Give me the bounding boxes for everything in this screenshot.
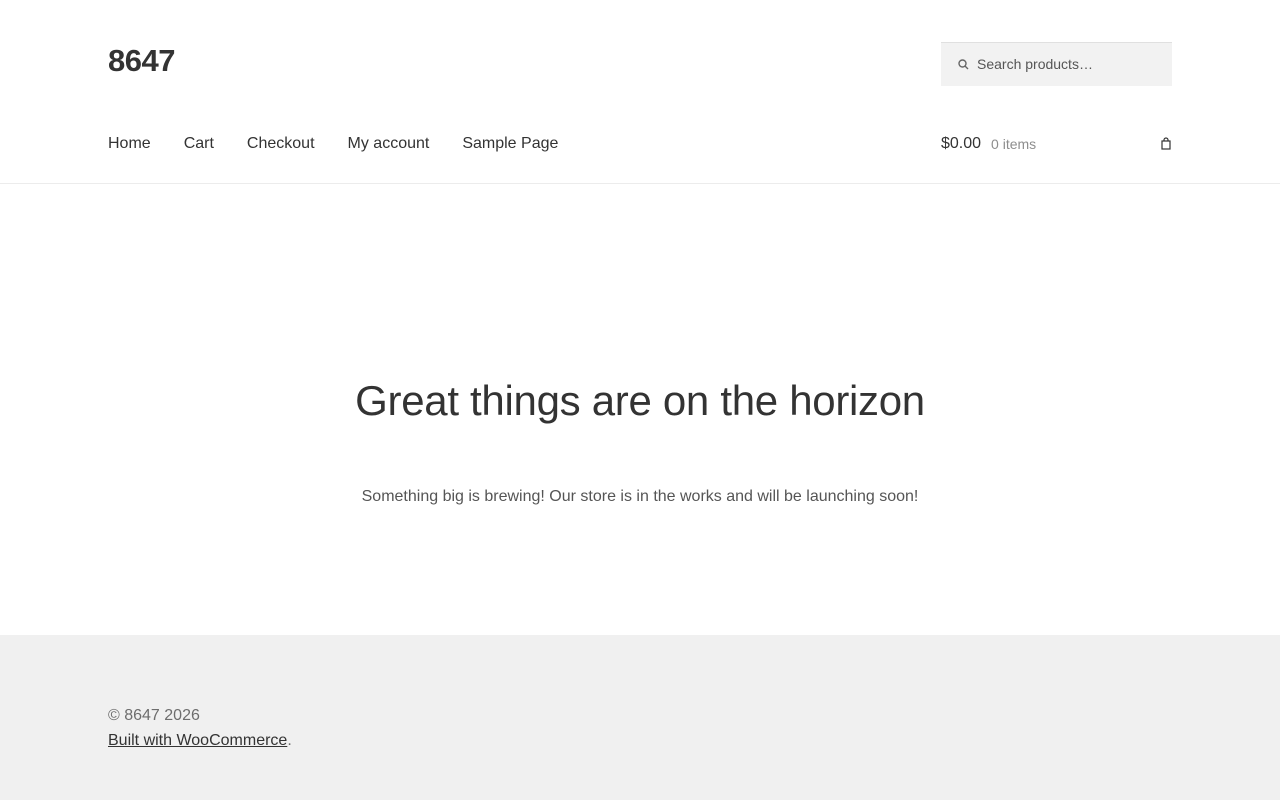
coming-soon-message: Something big is brewing! Our store is i…: [361, 488, 919, 505]
shopping-basket-icon: [1161, 137, 1171, 150]
credit-line: Built with WooCommerce.: [108, 730, 292, 752]
nav-item-checkout[interactable]: Checkout: [247, 132, 315, 156]
cart-amount: $0.00: [941, 135, 982, 152]
site-title[interactable]: 8647: [108, 42, 175, 80]
coming-soon-heading: Great things are on the horizon: [355, 377, 925, 424]
copyright-text: © 8647 2026: [108, 707, 200, 724]
site-header: 8647 Home Cart Checkout My account Sampl…: [0, 0, 1280, 184]
woocommerce-credit-link[interactable]: Built with WooCommerce: [108, 732, 287, 749]
search-input[interactable]: [977, 43, 1167, 85]
product-search[interactable]: [941, 42, 1172, 86]
credit-suffix: .: [287, 732, 292, 749]
cart-summary[interactable]: $0.00 0 items: [941, 132, 1172, 156]
main-navigation: Home Cart Checkout My account Sample Pag…: [108, 132, 591, 156]
nav-item-my-account[interactable]: My account: [348, 132, 430, 156]
nav-item-home[interactable]: Home: [108, 132, 151, 156]
cart-item-count: 0 items: [991, 136, 1037, 152]
search-icon: [957, 57, 969, 71]
nav-item-sample-page[interactable]: Sample Page: [462, 132, 558, 156]
coming-soon-section: Great things are on the horizon Somethin…: [0, 185, 1280, 635]
site-footer: © 8647 2026 Built with WooCommerce.: [0, 635, 1280, 800]
page: 8647 Home Cart Checkout My account Sampl…: [0, 0, 1280, 800]
nav-item-cart[interactable]: Cart: [184, 132, 214, 156]
